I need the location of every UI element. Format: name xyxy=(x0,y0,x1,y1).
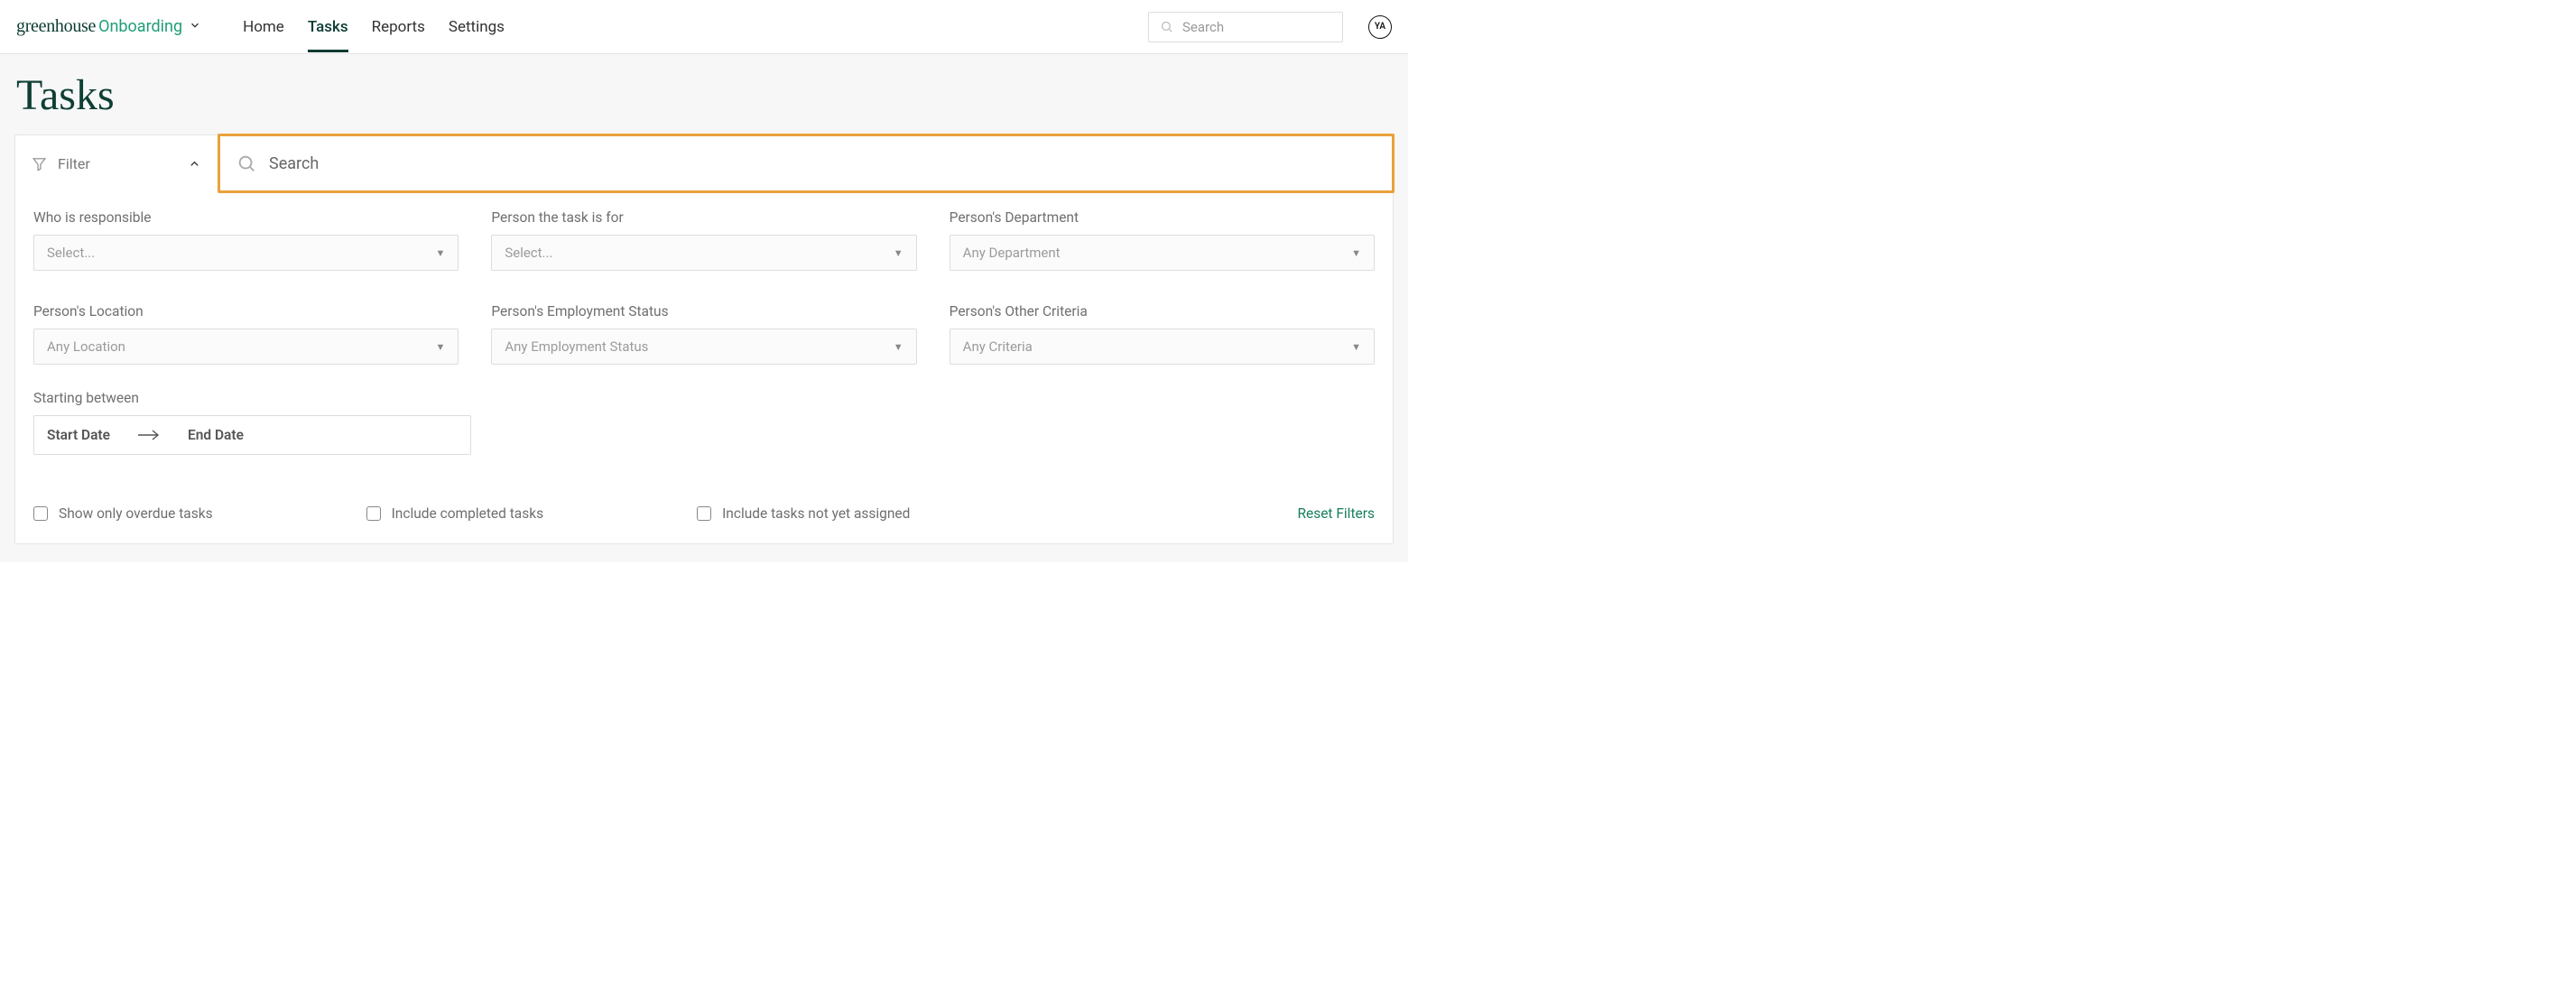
filter-responsible-label: Who is responsible xyxy=(33,209,459,226)
filter-department-label: Person's Department xyxy=(950,209,1375,226)
avatar[interactable]: YA xyxy=(1368,15,1392,39)
nav-tasks[interactable]: Tasks xyxy=(308,2,348,52)
filter-location-label: Person's Location xyxy=(33,303,459,320)
filter-department-select[interactable]: Any Department ▼ xyxy=(950,235,1375,271)
chevron-down-icon xyxy=(189,19,201,32)
filter-other-select[interactable]: Any Criteria ▼ xyxy=(950,329,1375,365)
end-date: End Date xyxy=(188,427,244,443)
start-date: Start Date xyxy=(47,427,110,443)
caret-down-icon: ▼ xyxy=(435,247,445,259)
caret-down-icon: ▼ xyxy=(894,341,903,353)
global-search-input[interactable] xyxy=(1182,19,1331,35)
filter-other-label: Person's Other Criteria xyxy=(950,303,1375,320)
page-body: Tasks Filter Who is re xyxy=(0,54,1408,562)
task-search-highlight xyxy=(218,134,1395,193)
filter-task-for: Person the task is for Select... ▼ xyxy=(491,209,916,271)
checkbox-icon xyxy=(697,506,711,521)
caret-down-icon: ▼ xyxy=(894,247,903,259)
filter-task-for-select[interactable]: Select... ▼ xyxy=(491,235,916,271)
caret-down-icon: ▼ xyxy=(435,341,445,353)
page-title: Tasks xyxy=(16,70,1394,120)
filter-responsible: Who is responsible Select... ▼ xyxy=(33,209,459,271)
date-range-picker[interactable]: Start Date End Date xyxy=(33,415,471,455)
filter-task-for-label: Person the task is for xyxy=(491,209,916,226)
check-overdue[interactable]: Show only overdue tasks xyxy=(33,505,213,522)
filter-topbar: Filter xyxy=(15,135,1393,191)
arrow-right-icon xyxy=(137,429,161,441)
filter-location: Person's Location Any Location ▼ xyxy=(33,303,459,365)
task-search-input[interactable] xyxy=(269,154,1376,173)
avatar-initials: YA xyxy=(1375,22,1385,32)
nav-settings[interactable]: Settings xyxy=(449,2,505,52)
filter-responsible-select[interactable]: Select... ▼ xyxy=(33,235,459,271)
filter-department: Person's Department Any Department ▼ xyxy=(950,209,1375,271)
filter-starting-label: Starting between xyxy=(33,390,1375,406)
checkbox-row: Show only overdue tasks Include complete… xyxy=(33,505,1375,522)
filter-location-select[interactable]: Any Location ▼ xyxy=(33,329,459,365)
primary-nav: Home Tasks Reports Settings xyxy=(243,2,505,52)
filter-label: Filter xyxy=(58,155,90,172)
caret-down-icon: ▼ xyxy=(1351,247,1361,259)
checkbox-icon xyxy=(366,506,381,521)
nav-home[interactable]: Home xyxy=(243,2,284,52)
filter-toggle[interactable]: Filter xyxy=(15,135,218,191)
filter-employment-select[interactable]: Any Employment Status ▼ xyxy=(491,329,916,365)
logo-onboarding: Onboarding xyxy=(98,17,182,36)
filter-icon xyxy=(32,156,47,171)
chevron-up-icon xyxy=(188,157,201,171)
filters-card: Filter Who is responsible Select... ▼ xyxy=(14,134,1394,544)
search-icon xyxy=(1160,20,1173,33)
filter-employment: Person's Employment Status Any Employmen… xyxy=(491,303,916,365)
check-completed[interactable]: Include completed tasks xyxy=(366,505,543,522)
caret-down-icon: ▼ xyxy=(1351,341,1361,353)
app-switcher[interactable]: greenhouse Onboarding xyxy=(16,16,201,37)
global-search[interactable] xyxy=(1148,12,1343,42)
logo-greenhouse: greenhouse xyxy=(16,16,96,37)
filter-other: Person's Other Criteria Any Criteria ▼ xyxy=(950,303,1375,365)
filter-starting: Starting between Start Date End Date xyxy=(33,390,1375,455)
filters-body: Who is responsible Select... ▼ Person th… xyxy=(15,191,1393,543)
reset-filters-link[interactable]: Reset Filters xyxy=(1297,505,1375,522)
check-unassigned[interactable]: Include tasks not yet assigned xyxy=(697,505,910,522)
top-header: greenhouse Onboarding Home Tasks Reports… xyxy=(0,0,1408,54)
nav-reports[interactable]: Reports xyxy=(372,2,425,52)
search-icon xyxy=(236,153,256,173)
filter-employment-label: Person's Employment Status xyxy=(491,303,916,320)
checkbox-icon xyxy=(33,506,48,521)
